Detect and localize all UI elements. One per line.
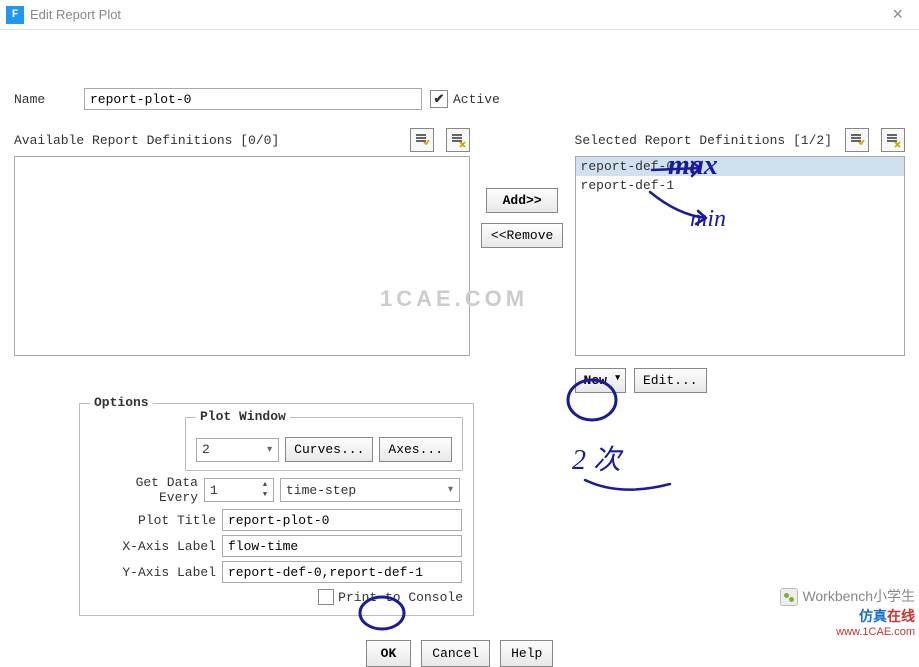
- active-checkbox[interactable]: ✔: [430, 90, 448, 108]
- ok-button[interactable]: OK: [366, 640, 412, 667]
- plot-window-group: Plot Window 2 Curves... Axes...: [185, 417, 463, 471]
- yaxis-label: Y-Axis Label: [90, 565, 216, 580]
- list-item[interactable]: report-def-0: [576, 157, 904, 176]
- window-title: Edit Report Plot: [30, 7, 121, 22]
- add-button[interactable]: Add>>: [486, 188, 558, 213]
- available-listbox[interactable]: [14, 156, 470, 356]
- print-to-console-checkbox[interactable]: [318, 589, 334, 605]
- new-button[interactable]: New▾: [575, 368, 626, 393]
- selected-label: Selected Report Definitions [1/2]: [575, 133, 832, 148]
- selected-listbox[interactable]: report-def-0 report-def-1: [575, 156, 905, 356]
- plot-title-input[interactable]: [222, 509, 462, 531]
- select-all-selected-button[interactable]: [845, 128, 869, 152]
- get-data-label: Get Data Every: [90, 475, 198, 505]
- xaxis-label: X-Axis Label: [90, 539, 216, 554]
- remove-button[interactable]: <<Remove: [481, 223, 563, 248]
- name-label: Name: [14, 92, 84, 107]
- plot-window-select[interactable]: 2: [196, 438, 279, 462]
- yaxis-input[interactable]: [222, 561, 462, 583]
- close-button[interactable]: ×: [882, 4, 913, 25]
- app-icon: F: [6, 6, 24, 24]
- curves-button[interactable]: Curves...: [285, 437, 373, 462]
- deselect-all-selected-button[interactable]: [881, 128, 905, 152]
- plot-title-label: Plot Title: [90, 513, 216, 528]
- active-label: Active: [453, 92, 500, 107]
- cancel-button[interactable]: Cancel: [421, 640, 490, 667]
- title-bar: F Edit Report Plot ×: [0, 0, 919, 30]
- print-to-console-label: Print to Console: [338, 590, 463, 605]
- deselect-all-available-button[interactable]: [446, 128, 470, 152]
- list-item[interactable]: report-def-1: [576, 176, 904, 195]
- plot-window-legend: Plot Window: [196, 409, 290, 424]
- xaxis-input[interactable]: [222, 535, 462, 557]
- select-all-available-button[interactable]: [410, 128, 434, 152]
- options-group: Options Plot Window 2 Curves... Axes... …: [79, 403, 474, 616]
- get-data-spinner[interactable]: 1 ▲▼: [204, 478, 274, 502]
- axes-button[interactable]: Axes...: [379, 437, 452, 462]
- get-data-unit-select[interactable]: time-step: [280, 478, 460, 502]
- help-button[interactable]: Help: [500, 640, 553, 667]
- available-label: Available Report Definitions [0/0]: [14, 133, 279, 148]
- name-input[interactable]: [84, 88, 422, 110]
- options-legend: Options: [90, 395, 153, 410]
- edit-button[interactable]: Edit...: [634, 368, 707, 393]
